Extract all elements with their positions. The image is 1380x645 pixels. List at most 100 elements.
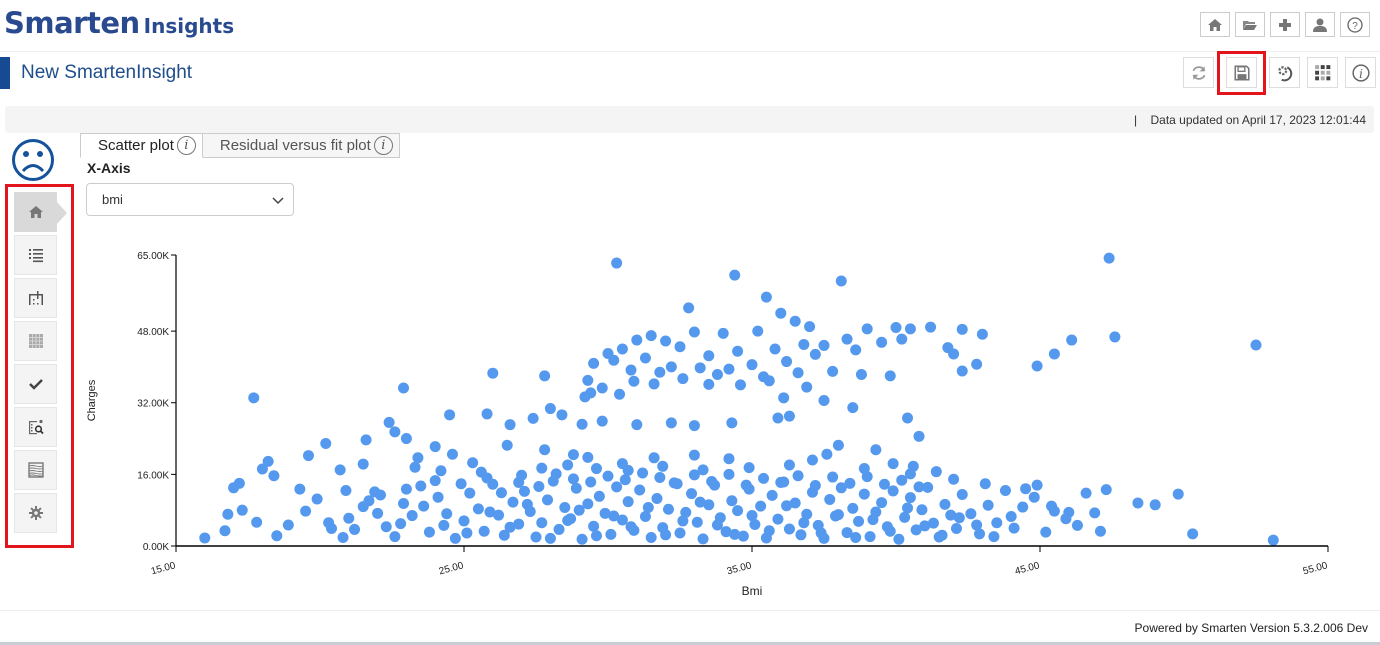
data-point[interactable] [853, 515, 865, 527]
data-point[interactable] [1063, 506, 1075, 518]
data-point[interactable] [337, 531, 349, 543]
data-point[interactable] [438, 519, 450, 531]
data-point[interactable] [674, 527, 686, 539]
data-point[interactable] [660, 335, 672, 347]
data-point[interactable] [1250, 339, 1262, 351]
data-point[interactable] [732, 505, 744, 517]
data-point[interactable] [818, 395, 830, 406]
data-point[interactable] [772, 412, 784, 424]
data-point[interactable] [697, 533, 709, 545]
data-point[interactable] [446, 448, 458, 460]
data-point[interactable] [827, 471, 839, 483]
data-point[interactable] [593, 490, 605, 502]
data-point[interactable] [614, 388, 626, 400]
data-point[interactable] [622, 496, 634, 508]
data-point[interactable] [504, 521, 516, 533]
data-point[interactable] [832, 439, 844, 451]
data-point[interactable] [504, 419, 516, 431]
data-point[interactable] [539, 444, 551, 456]
data-point[interactable] [723, 453, 735, 465]
data-point[interactable] [870, 444, 882, 456]
data-point[interactable] [781, 500, 793, 512]
help-button[interactable]: ? [1340, 12, 1370, 37]
data-point[interactable] [723, 468, 735, 480]
data-point[interactable] [432, 491, 444, 503]
data-point[interactable] [533, 480, 545, 492]
data-point[interactable] [775, 476, 787, 488]
data-point[interactable] [902, 502, 914, 514]
data-point[interactable] [1046, 500, 1058, 512]
data-point[interactable] [302, 450, 314, 462]
data-point[interactable] [521, 498, 533, 510]
data-point[interactable] [608, 354, 620, 366]
data-point[interactable] [835, 275, 847, 287]
data-point[interactable] [251, 516, 263, 528]
data-point[interactable] [778, 392, 790, 404]
data-point[interactable] [827, 365, 839, 377]
data-point[interactable] [616, 343, 628, 355]
data-point[interactable] [844, 477, 856, 489]
data-point[interactable] [904, 468, 916, 480]
data-point[interactable] [878, 478, 890, 490]
data-point[interactable] [398, 382, 410, 394]
open-button[interactable] [1235, 12, 1265, 37]
data-point[interactable] [458, 515, 470, 527]
data-point[interactable] [729, 269, 741, 281]
data-point[interactable] [677, 515, 689, 527]
data-point[interactable] [1172, 488, 1184, 500]
data-point[interactable] [444, 409, 456, 421]
data-point[interactable] [282, 519, 294, 531]
data-point[interactable] [746, 359, 758, 371]
data-point[interactable] [798, 517, 810, 529]
data-point[interactable] [400, 433, 412, 445]
home-button[interactable] [1200, 12, 1230, 37]
data-point[interactable] [631, 419, 643, 431]
data-point[interactable] [268, 470, 280, 482]
info-button[interactable]: i [1345, 57, 1376, 88]
data-point[interactable] [518, 485, 530, 497]
data-point[interactable] [222, 508, 234, 520]
data-point[interactable] [752, 325, 764, 337]
data-point[interactable] [876, 497, 888, 509]
data-point[interactable] [611, 481, 623, 493]
data-point[interactable] [798, 339, 810, 351]
data-point[interactable] [948, 473, 960, 485]
data-point[interactable] [965, 508, 977, 520]
data-point[interactable] [415, 480, 427, 492]
data-point[interactable] [1071, 519, 1083, 531]
data-point[interactable] [956, 323, 968, 335]
data-point[interactable] [706, 476, 718, 488]
save-button[interactable] [1226, 57, 1257, 88]
data-point[interactable] [530, 531, 542, 543]
data-point[interactable] [953, 512, 965, 524]
data-point[interactable] [766, 489, 778, 501]
data-point[interactable] [821, 448, 833, 460]
data-point[interactable] [925, 321, 937, 333]
data-point[interactable] [884, 525, 896, 537]
data-point[interactable] [1008, 522, 1020, 534]
data-point[interactable] [746, 510, 758, 522]
data-point[interactable] [674, 341, 686, 353]
data-point[interactable] [971, 519, 983, 531]
data-point[interactable] [481, 408, 493, 420]
data-point[interactable] [855, 369, 867, 381]
data-point[interactable] [677, 373, 689, 385]
settings-refresh-button[interactable] [1269, 57, 1300, 88]
data-point[interactable] [1031, 479, 1043, 491]
data-point[interactable] [665, 417, 677, 429]
data-point[interactable] [553, 523, 565, 535]
data-point[interactable] [602, 470, 614, 482]
data-point[interactable] [864, 531, 876, 543]
data-point[interactable] [372, 507, 384, 519]
info-icon[interactable]: i [373, 136, 393, 155]
data-point[interactable] [484, 506, 496, 518]
refresh-button[interactable] [1183, 57, 1214, 88]
data-point[interactable] [1103, 252, 1115, 264]
info-icon[interactable]: i [176, 136, 196, 155]
data-point[interactable] [608, 510, 620, 522]
data-point[interactable] [950, 523, 962, 535]
data-point[interactable] [847, 502, 859, 514]
data-point[interactable] [648, 378, 660, 390]
data-point[interactable] [758, 472, 770, 484]
data-point[interactable] [559, 501, 571, 513]
